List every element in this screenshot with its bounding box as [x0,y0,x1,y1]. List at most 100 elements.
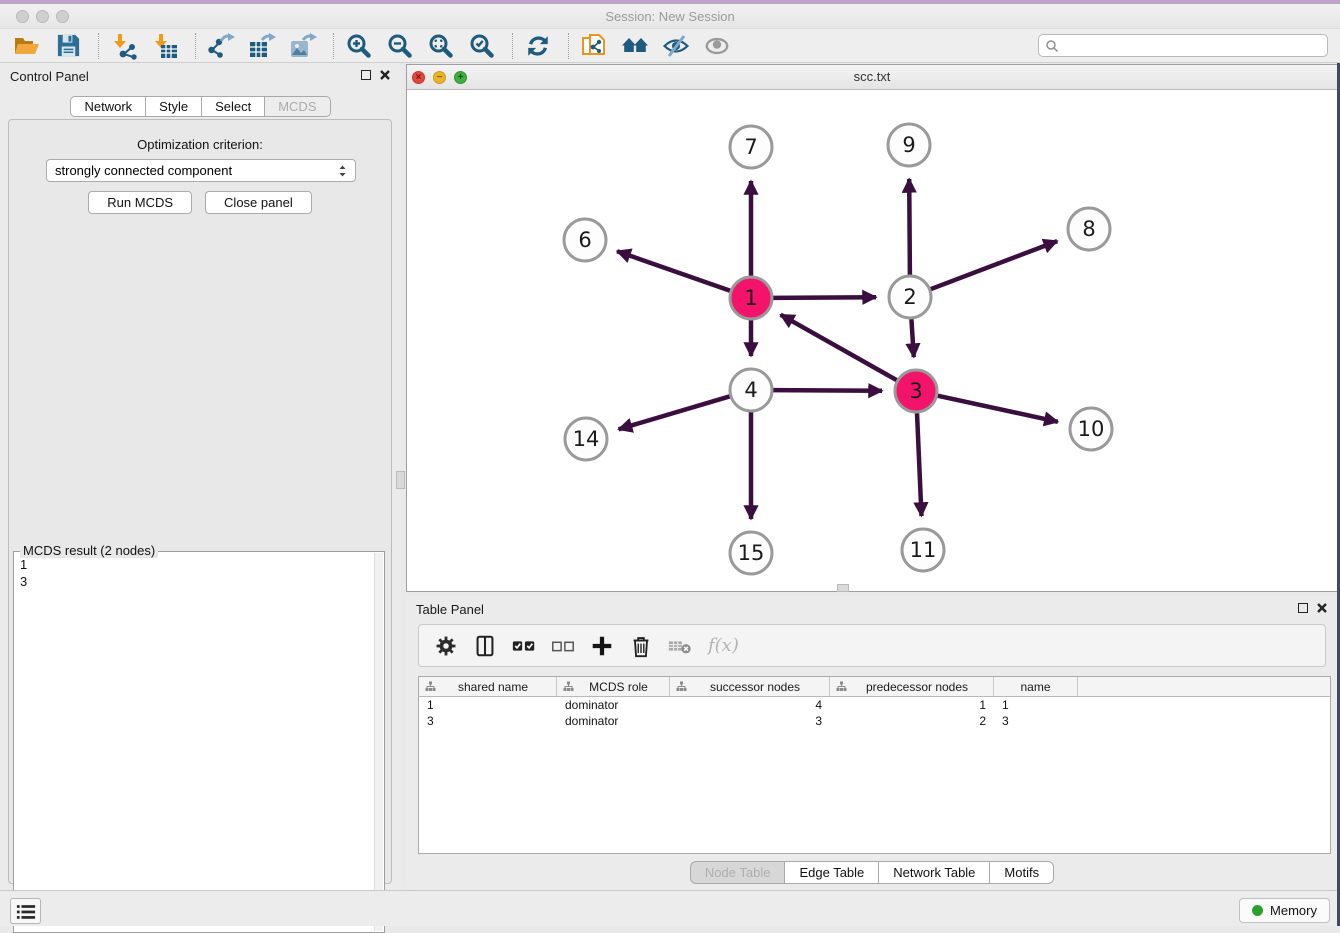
tab-mcds[interactable]: MCDS [264,96,330,117]
control-panel-tabs: Network Style Select MCDS [0,96,401,117]
toolbar-separator [195,33,196,59]
tab-network-table[interactable]: Network Table [878,861,990,884]
import-table-icon[interactable] [150,32,180,60]
column-header-MCDS-role[interactable]: MCDS role [557,677,670,696]
memory-status-icon [1252,905,1263,916]
memory-button[interactable]: Memory [1239,898,1330,923]
export-network-icon[interactable] [206,32,236,60]
tab-style[interactable]: Style [145,96,202,117]
show-hide-graphics-icon[interactable] [661,32,691,60]
import-network-icon[interactable] [109,32,139,60]
edge-2-8[interactable] [931,241,1058,289]
zoom-out-icon[interactable] [385,32,415,60]
table-cell[interactable]: 1 [830,697,994,713]
copy-network-icon[interactable] [579,32,609,60]
run-mcds-button[interactable]: Run MCDS [88,191,192,214]
table-cell[interactable]: dominator [557,713,670,729]
vertical-splitter-handle[interactable] [396,471,405,489]
edge-3-1[interactable] [781,315,897,381]
export-table-icon[interactable] [247,32,277,60]
criterion-dropdown[interactable]: strongly connected component [46,159,356,182]
node-label-11: 11 [910,538,937,562]
function-builder-icon: f(x) [708,635,739,656]
node-label-10: 10 [1078,417,1105,441]
zoom-selected-icon[interactable] [467,32,497,60]
main-toolbar [0,28,1340,63]
node-label-6: 6 [578,228,591,252]
hierarchy-sort-icon [836,681,847,692]
close-panel-icon[interactable] [379,69,391,81]
toolbar-separator [568,33,569,59]
column-header-shared-name[interactable]: shared name [419,677,557,696]
mcds-result-line: 1 [20,556,366,573]
edge-4-14[interactable] [619,396,730,429]
export-image-icon[interactable] [288,32,318,60]
zoom-fit-icon[interactable] [426,32,456,60]
edge-3-11[interactable] [917,413,922,516]
horizontal-splitter-handle[interactable] [837,584,849,592]
refresh-icon[interactable] [523,32,553,60]
add-column-icon[interactable] [587,632,617,660]
show-panels-button[interactable] [10,898,41,924]
table-cell[interactable]: 3 [419,713,557,729]
edge-3-10[interactable] [938,396,1058,422]
node-label-3: 3 [909,379,922,403]
zoom-in-icon[interactable] [344,32,374,60]
network-window-titlebar[interactable]: × − + scc.txt [407,65,1337,90]
node-label-14: 14 [573,427,600,451]
mcds-result-text[interactable]: 1 3 [14,554,372,930]
table-cell[interactable]: 1 [419,697,557,713]
control-panel-header: Control Panel [0,63,401,89]
edge-1-6[interactable] [617,251,730,291]
deselect-all-icon[interactable] [548,632,578,660]
close-panel-icon[interactable] [1316,602,1328,614]
table-cell[interactable]: 4 [670,697,830,713]
save-icon[interactable] [53,32,83,60]
float-panel-icon[interactable] [1298,603,1308,613]
table-row[interactable]: 1dominator411 [419,697,1330,713]
tab-node-table[interactable]: Node Table [690,861,786,884]
show-columns-icon[interactable] [470,632,500,660]
table-cell[interactable]: dominator [557,697,670,713]
mcds-result-box: MCDS result (2 nodes) 1 3 [13,551,385,933]
network-canvas[interactable]: 7968124314101511 [407,90,1337,591]
column-header-successor-nodes[interactable]: successor nodes [670,677,830,696]
gear-icon[interactable] [431,632,461,660]
table-cell[interactable]: 3 [670,713,830,729]
node-label-7: 7 [744,135,757,159]
edge-1-2[interactable] [773,297,876,298]
search-box[interactable] [1038,34,1328,57]
tab-motifs[interactable]: Motifs [989,861,1054,884]
toolbar-separator [512,33,513,59]
table-row[interactable]: 3dominator323 [419,713,1330,729]
mcds-result-line: 3 [20,573,366,590]
table-cell[interactable]: 2 [830,713,994,729]
edge-4-3[interactable] [773,390,882,391]
home-icon[interactable] [620,32,650,60]
search-input[interactable] [1063,39,1321,53]
table-cell[interactable]: 1 [994,697,1078,713]
open-icon[interactable] [12,32,42,60]
toolbar-separator [333,33,334,59]
table-cell[interactable]: 3 [994,713,1078,729]
delete-column-icon [665,632,695,660]
result-scrollbar[interactable] [374,553,383,931]
column-header-name[interactable]: name [994,677,1078,696]
edge-2-9[interactable] [909,179,910,275]
select-all-icon[interactable] [509,632,539,660]
table-header-row: shared nameMCDS rolesuccessor nodesprede… [419,677,1330,697]
mcds-panel: Optimization criterion: strongly connect… [8,119,392,884]
optimization-criterion-label: Optimization criterion: [9,137,391,152]
tab-network[interactable]: Network [70,96,146,117]
hierarchy-sort-icon [563,681,574,692]
eye-icon[interactable] [702,32,732,60]
float-panel-icon[interactable] [361,70,371,80]
tab-edge-table[interactable]: Edge Table [784,861,879,884]
table-body: 1dominator4113dominator323 [419,697,1330,729]
trash-icon[interactable] [626,632,656,660]
column-header-predecessor-nodes[interactable]: predecessor nodes [830,677,994,696]
close-panel-button[interactable]: Close panel [205,191,312,214]
edge-2-3[interactable] [911,319,913,357]
node-label-8: 8 [1082,217,1095,241]
tab-select[interactable]: Select [201,96,265,117]
